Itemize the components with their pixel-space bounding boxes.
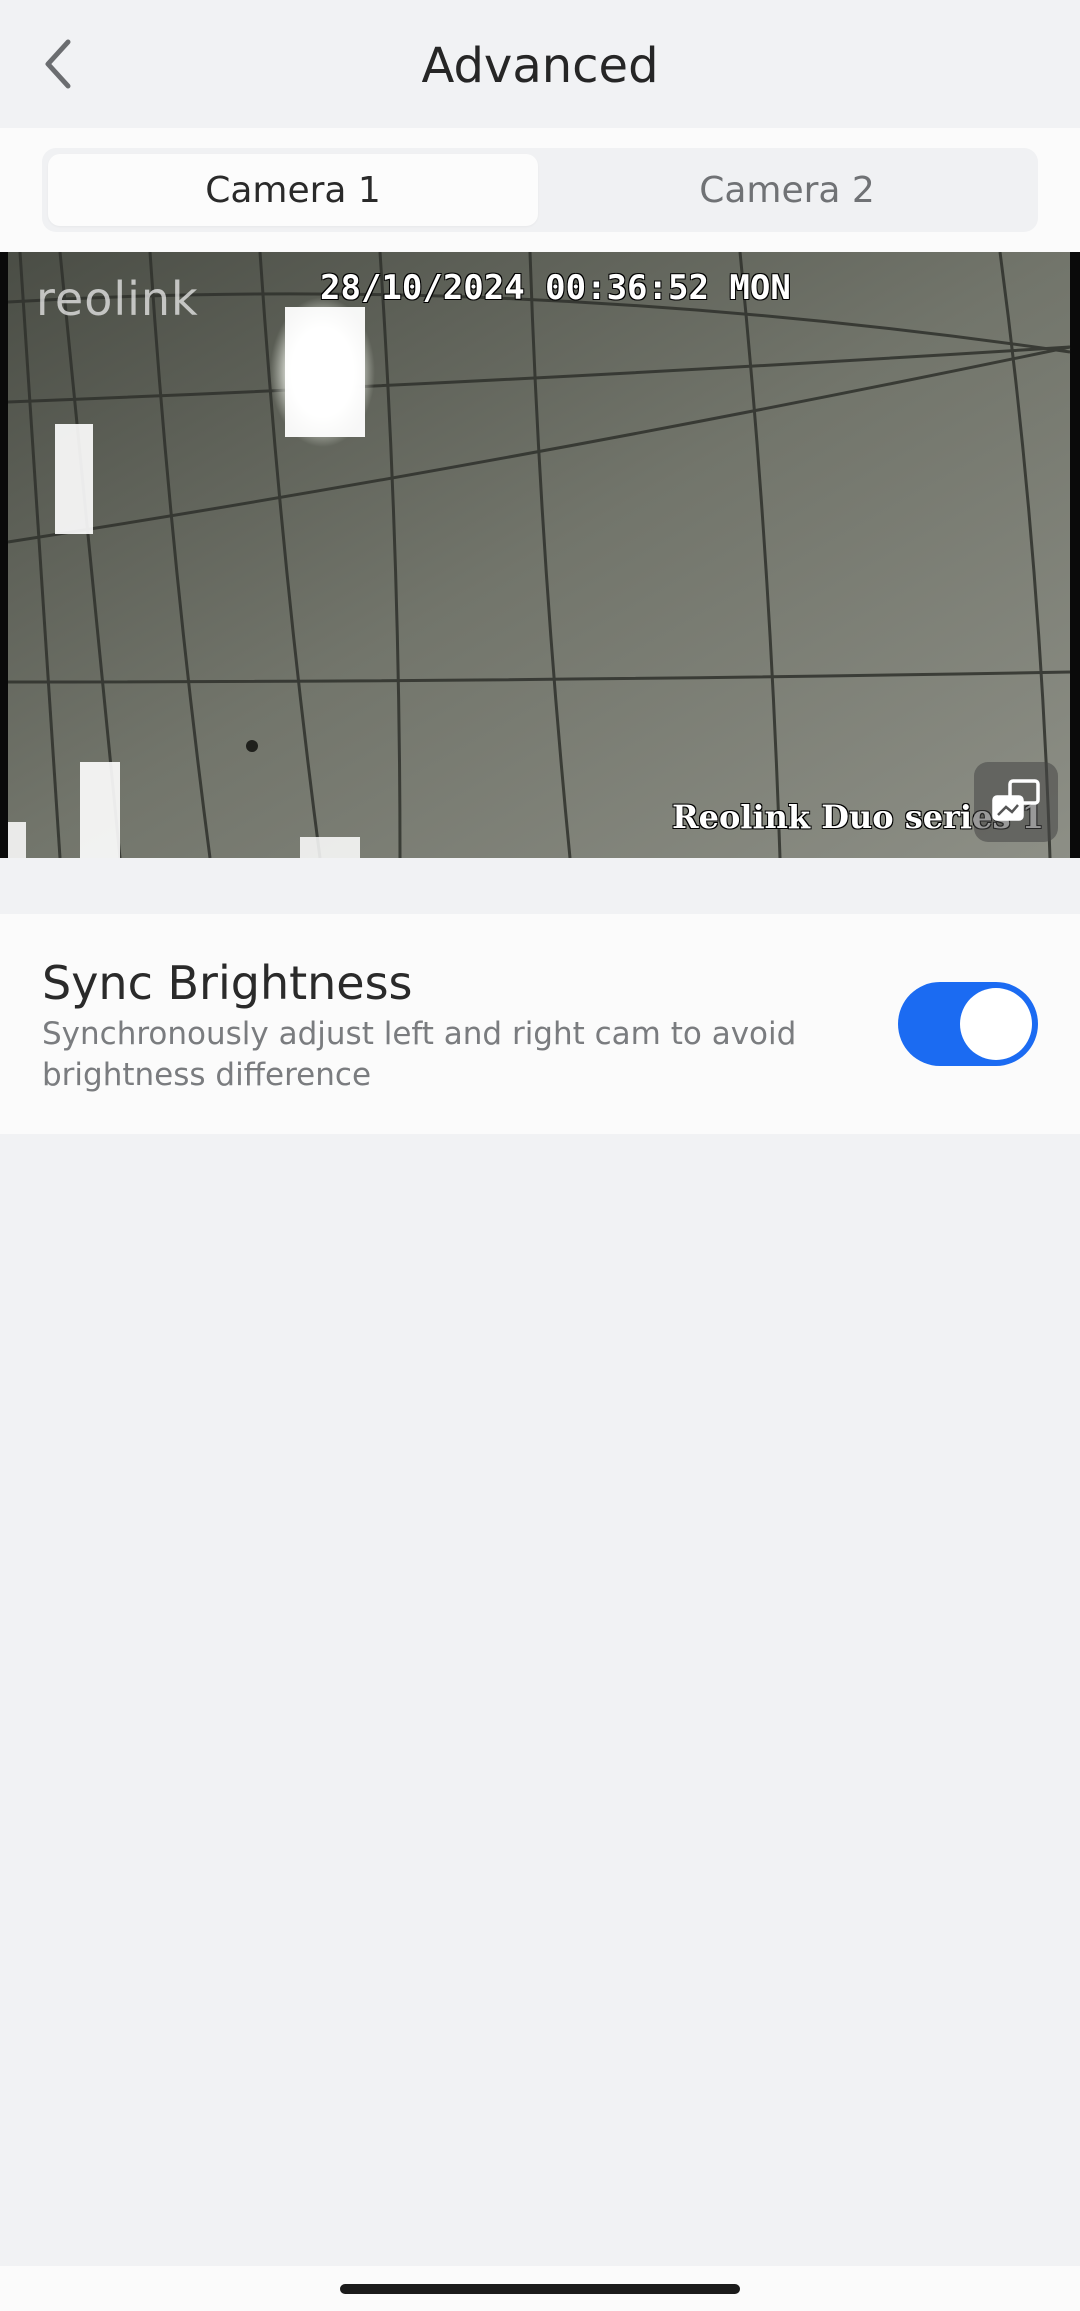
sync-brightness-description: Synchronously adjust left and right cam … bbox=[42, 1016, 797, 1093]
page-title: Advanced bbox=[421, 38, 659, 94]
camera-tabs-section: Camera 1 Camera 2 bbox=[0, 128, 1080, 252]
camera-feed-image bbox=[0, 252, 1080, 858]
tab-camera-2[interactable]: Camera 2 bbox=[542, 154, 1032, 226]
switch-view-icon bbox=[992, 779, 1040, 821]
camera-tabs: Camera 1 Camera 2 bbox=[42, 148, 1038, 232]
switch-view-button[interactable] bbox=[974, 762, 1058, 842]
sync-brightness-toggle[interactable] bbox=[898, 982, 1038, 1066]
reolink-watermark: reolink bbox=[36, 272, 199, 326]
camera-timestamp: 28/10/2024 00:36:52 MON bbox=[320, 268, 791, 308]
sync-brightness-title: Sync Brightness bbox=[42, 956, 413, 1010]
toggle-knob bbox=[960, 988, 1032, 1060]
tab-camera-1[interactable]: Camera 1 bbox=[48, 154, 538, 226]
sync-brightness-card: Sync Brightness Synchronously adjust lef… bbox=[0, 914, 1080, 1134]
home-indicator[interactable] bbox=[340, 2284, 740, 2294]
header: Advanced bbox=[0, 0, 1080, 128]
camera-preview[interactable]: reolink 28/10/2024 00:36:52 MON Reolink … bbox=[0, 252, 1080, 858]
